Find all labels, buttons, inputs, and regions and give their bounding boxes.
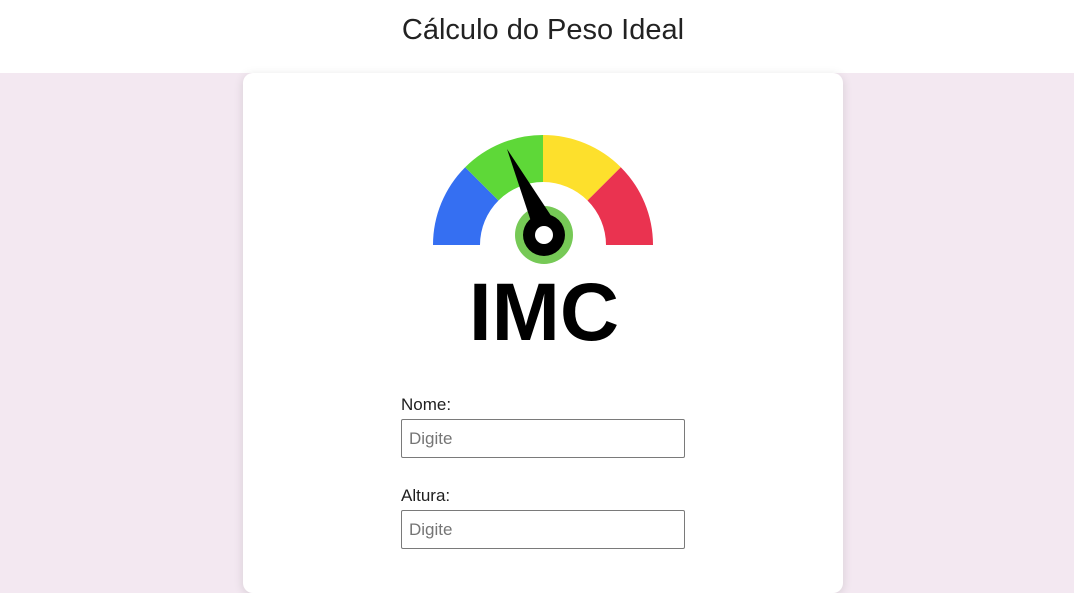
gauge-hub-center xyxy=(535,226,553,244)
page-title: Cálculo do Peso Ideal xyxy=(401,14,685,46)
form-card: IMC Nome: Altura: xyxy=(243,73,843,593)
page-header: Cálculo do Peso Ideal xyxy=(0,0,1074,73)
altura-label: Altura: xyxy=(401,486,451,505)
imc-logo-text: IMC xyxy=(469,267,619,343)
altura-input[interactable] xyxy=(401,510,685,549)
nome-label: Nome: xyxy=(401,395,452,414)
imc-gauge-logo: IMC xyxy=(433,135,653,343)
nome-input[interactable] xyxy=(401,419,685,458)
